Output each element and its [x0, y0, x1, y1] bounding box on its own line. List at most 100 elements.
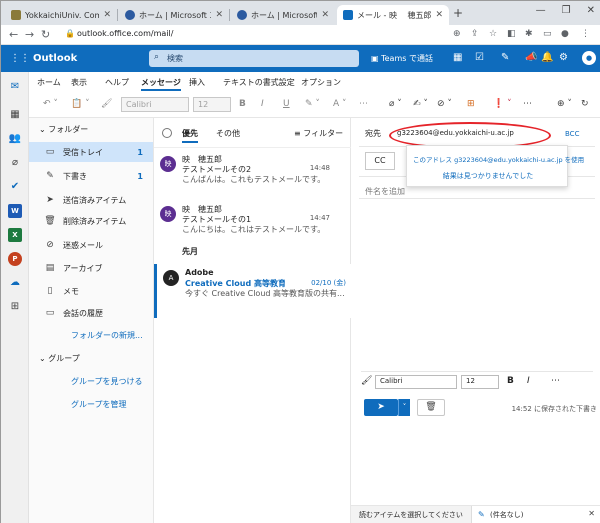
excel-icon[interactable]: X	[8, 228, 22, 242]
bell-icon[interactable]: 🔔	[541, 52, 553, 63]
sensitivity-icon[interactable]: ⊘ ˅	[437, 99, 452, 109]
font-color-icon[interactable]: A ˅	[333, 99, 347, 109]
browser-tab[interactable]: ホーム | Microsoft 365 ✕	[119, 5, 229, 25]
underline-icon[interactable]: U	[283, 99, 290, 109]
refresh-icon[interactable]: ↻	[581, 99, 589, 109]
folder-conversation-history[interactable]: ▭ 会話の履歴	[29, 303, 153, 323]
close-icon[interactable]: ✕	[588, 509, 595, 518]
subject-field[interactable]: 件名を追加	[365, 186, 405, 197]
draft-tab[interactable]: ✎ (件名なし) ✕	[471, 506, 600, 523]
italic-icon[interactable]: I	[261, 99, 264, 109]
lock-icon[interactable]: 🔒	[65, 29, 75, 38]
teams-call-button[interactable]: ▣ Teams で通話	[371, 53, 433, 64]
avatar[interactable]: ●	[582, 51, 596, 65]
install-icon[interactable]: ⊕	[453, 29, 461, 39]
more-apps-icon[interactable]: ⊞	[8, 300, 22, 314]
folder-inbox[interactable]: ▭ 受信トレイ 1	[29, 142, 153, 162]
bookmark-icon[interactable]: ☆	[489, 29, 497, 39]
more-format-icon[interactable]: ⋯	[359, 99, 368, 109]
extension-icon[interactable]: ◧	[507, 29, 516, 39]
puzzle-icon[interactable]: ✱	[525, 29, 533, 39]
font-size-select[interactable]: 12	[193, 97, 231, 112]
to-button[interactable]: 宛先	[365, 128, 381, 139]
sidepanel-icon[interactable]: ▭	[543, 29, 552, 39]
tab-insert[interactable]: 挿入	[189, 77, 205, 88]
attach-icon[interactable]: ⌀ ˅	[389, 99, 402, 109]
share-icon[interactable]: ⇪	[471, 29, 479, 39]
megaphone-icon[interactable]: 📣	[525, 52, 537, 63]
folder-sent[interactable]: ➤ 送信済みアイテム	[29, 190, 153, 210]
italic-icon[interactable]: I	[527, 376, 530, 386]
cc-button[interactable]: CC	[365, 152, 395, 170]
send-options-icon[interactable]: ˅	[398, 399, 410, 416]
browser-tab[interactable]: ホーム | Microsoft 365 ✕	[231, 5, 335, 25]
todo-check-icon[interactable]: ✔	[8, 180, 22, 194]
manage-groups-link[interactable]: グループを管理	[71, 399, 127, 410]
more-options-icon[interactable]: ⋯	[523, 99, 532, 109]
bold-icon[interactable]: B	[507, 376, 514, 386]
format-painter-icon[interactable]: 🖌	[101, 99, 112, 109]
close-tab-icon[interactable]: ✕	[435, 10, 443, 20]
font-family-select[interactable]: Calibri	[121, 97, 189, 112]
folder-deleted[interactable]: 🗑 削除済みアイテム	[29, 211, 153, 231]
close-window-button[interactable]: ✕	[587, 5, 595, 16]
feedback-icon[interactable]: ✎	[501, 52, 509, 63]
list-item[interactable]: 映 映 穂五郎 テストメールその2 こんばんは。これもテストメールです。 14:…	[154, 150, 352, 204]
folder-archive[interactable]: ▤ アーカイブ	[29, 258, 153, 278]
minimize-button[interactable]: —	[536, 5, 546, 16]
back-icon[interactable]: ←	[9, 28, 18, 41]
browser-tab-active[interactable]: メール - 映 穂五郎 - Out ✕	[337, 5, 449, 25]
flag-icon[interactable]: ❗ ˅	[493, 99, 512, 109]
groups-section-header[interactable]: ⌄ グループ	[39, 353, 80, 364]
tab-view[interactable]: 表示	[71, 77, 87, 88]
onedrive-icon[interactable]: ☁	[8, 276, 22, 290]
zoom-icon[interactable]: ⊕ ˅	[557, 99, 572, 109]
close-tab-icon[interactable]: ✕	[215, 10, 223, 20]
more-format-icon[interactable]: ⋯	[551, 376, 560, 386]
reload-icon[interactable]: ↻	[41, 28, 50, 41]
format-painter-icon[interactable]: 🖌	[361, 376, 372, 386]
table-icon[interactable]: ⊞	[467, 99, 475, 109]
tab-focused[interactable]: 優先	[182, 128, 198, 143]
calendar-icon[interactable]: ▦	[453, 52, 462, 63]
gear-icon[interactable]: ⚙	[559, 52, 568, 63]
browser-tab[interactable]: YokkaichiUniv. Compute ✕	[5, 5, 117, 25]
tab-home[interactable]: ホーム	[37, 77, 61, 88]
bold-icon[interactable]: B	[239, 99, 246, 109]
paste-icon[interactable]: 📋 ˅	[71, 99, 90, 109]
folder-drafts[interactable]: ✎ 下書き 1	[29, 166, 153, 186]
tab-format-text[interactable]: テキストの書式設定	[223, 77, 295, 88]
use-this-address-option[interactable]: このアドレス g3223604@edu.yokkaichi-u.ac.jp を使…	[413, 154, 584, 164]
to-field[interactable]: g3223604@edu.yokkaichi-u.ac.jp	[391, 126, 531, 142]
compose-size-select[interactable]: 12	[461, 375, 499, 389]
tab-help[interactable]: ヘルプ	[105, 77, 129, 88]
tab-options[interactable]: オプション	[301, 77, 341, 88]
new-folder-link[interactable]: フォルダーの新規...	[71, 330, 143, 341]
tab-other[interactable]: その他	[216, 128, 240, 139]
powerpoint-icon[interactable]: P	[8, 252, 22, 266]
search-input[interactable]: ⌕ 検索	[149, 50, 359, 67]
select-all-checkbox[interactable]	[162, 128, 172, 138]
tab-message[interactable]: メッセージ	[141, 77, 181, 91]
highlight-icon[interactable]: ✎ ˅	[305, 99, 320, 109]
find-groups-link[interactable]: グループを見つける	[71, 376, 143, 387]
address-bar[interactable]: outlook.office.com/mail/	[77, 29, 173, 38]
compose-font-select[interactable]: Calibri	[375, 375, 457, 389]
profile-icon[interactable]: ●	[561, 29, 569, 39]
undo-icon[interactable]: ↶ ˅	[43, 99, 58, 109]
folder-junk[interactable]: ⊘ 迷惑メール	[29, 235, 153, 255]
browser-menu-icon[interactable]: ⋮	[581, 29, 590, 39]
mail-icon[interactable]: ✉	[8, 80, 22, 94]
filter-button[interactable]: ≡ フィルター	[294, 128, 343, 139]
folders-section-header[interactable]: ⌄ フォルダー	[39, 124, 88, 135]
list-item[interactable]: A Adobe Creative Cloud 高等教育版... 今すぐ Crea…	[154, 264, 352, 318]
app-launcher-icon[interactable]: ⋮⋮	[10, 53, 30, 64]
close-tab-icon[interactable]: ✕	[103, 10, 111, 20]
attach-icon[interactable]: ⌀	[8, 156, 22, 170]
calendar-icon[interactable]: ▦	[8, 108, 22, 122]
maximize-button[interactable]: ❐	[562, 5, 571, 16]
people-icon[interactable]: 👥	[8, 132, 22, 146]
forward-icon[interactable]: →	[25, 28, 34, 41]
new-tab-button[interactable]: +	[453, 6, 463, 20]
discard-button[interactable]: 🗑	[417, 399, 445, 416]
